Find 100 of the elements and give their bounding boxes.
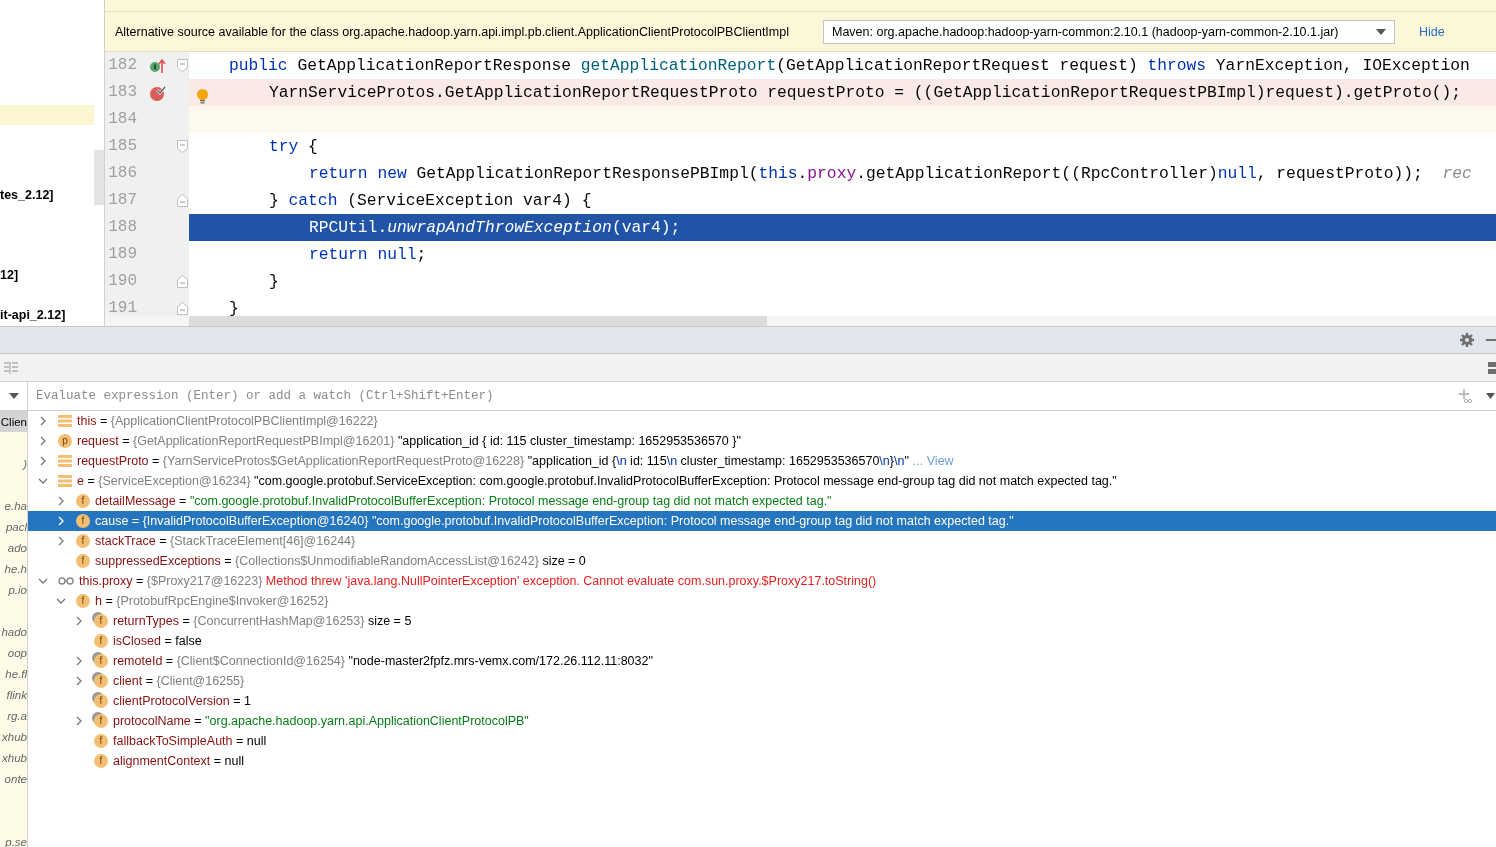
expand-icon[interactable]: [56, 536, 66, 546]
expand-icon[interactable]: [74, 656, 84, 666]
dropdown-icon[interactable]: [1486, 393, 1495, 399]
variable-row[interactable]: f detailMessage = "com.google.protobuf.InvalidProtocolBufferException: Protocol message end-group tag did not match expected tag.": [28, 491, 1496, 511]
variable-text: remoteId = {Client$ConnectionId@16254} "node-master2fpfz.mrs-vemx.com/172.26.112.11:8032": [113, 654, 653, 668]
variable-row[interactable]: p request = {GetApplicationReportRequestPBImpl@16201} "application_id { id: 115 cluster_timestamp: 1652953536570 }": [28, 431, 1496, 451]
variable-row[interactable]: f suppressedExceptions = {Collections$UnmodifiableRandomAccessList@16242} size = 0: [28, 551, 1496, 571]
variable-text: cause = {InvalidProtocolBufferException@16240} "com.google.protobuf.InvalidProtocolBufferException: Protocol message end-group tag did not match expected tag.": [95, 514, 1014, 528]
field-badge: f: [76, 554, 90, 568]
frame-item[interactable]: xhub: [0, 747, 27, 768]
evaluate-field[interactable]: Evaluate expression (Enter) or add a watch (Ctrl+Shift+Enter): [28, 383, 1458, 409]
variable-row[interactable]: f cause = {InvalidProtocolBufferException@16240} "com.google.protobuf.InvalidProtocolBufferException: Protocol message end-group tag did not match expected tag.": [28, 511, 1496, 531]
frame-item[interactable]: oop: [0, 642, 27, 663]
frame-item[interactable]: ): [0, 453, 27, 474]
frame-item[interactable]: rg.a: [0, 705, 27, 726]
variable-text: suppressedExceptions = {Collections$UnmodifiableRandomAccessList@16242} size = 0: [95, 554, 586, 568]
variable-text: alignmentContext = null: [113, 754, 245, 768]
frame-item[interactable]: hado: [0, 621, 27, 642]
line-number: 183: [107, 82, 138, 103]
frame-item[interactable]: ado: [0, 537, 27, 558]
field-badge: p: [58, 434, 72, 448]
field-badge: f: [94, 694, 108, 708]
variable-text: request = {GetApplicationReportRequestPBImpl@16201} "application_id { id: 115 cluster_timestamp: 1652953536570 }": [77, 434, 741, 448]
code-line: YarnServiceProtos.GetApplicationReportRequestProto requestProto = ((GetApplicationReportRequestPBImpl)request).getProto();: [269, 82, 1461, 104]
variable-text: h = {ProtobufRpcEngine$Invoker@16252}: [95, 594, 329, 608]
expand-icon[interactable]: [38, 456, 48, 466]
line-number: 182: [107, 55, 138, 76]
variable-row[interactable]: this = {ApplicationClientProtocolPBClientImpl@16222}: [28, 411, 1496, 431]
expand-icon[interactable]: [38, 436, 48, 446]
code-line: } catch (ServiceException var4) {: [269, 190, 592, 212]
code-line: public GetApplicationReportResponse getApplicationReport(GetApplicationReportRequest request) throws YarnException, IOException: [229, 55, 1470, 77]
line-number: 190: [107, 271, 138, 292]
expand-icon[interactable]: [38, 416, 48, 426]
frame-item[interactable]: p.io: [0, 579, 27, 600]
code-line: RPCUtil.unwrapAndThrowException(var4);: [309, 217, 681, 239]
variable-row[interactable]: f alignmentContext = null: [28, 751, 1496, 771]
variable-row[interactable]: f fallbackToSimpleAuth = null: [28, 731, 1496, 751]
variable-row[interactable]: f clientProtocolVersion = 1: [28, 691, 1496, 711]
collapse-icon[interactable]: [38, 576, 48, 586]
line-number: 191: [107, 298, 138, 316]
caret-icon: [1376, 28, 1386, 35]
field-badge: f: [94, 734, 108, 748]
variable-text: client = {Client@16255}: [113, 674, 245, 688]
hide-link[interactable]: Hide: [1419, 24, 1445, 39]
tree-row[interactable]: it-api_2.12]: [0, 305, 94, 325]
line-number: 189: [107, 244, 138, 265]
dropdown-icon[interactable]: [8, 393, 19, 399]
field-badge: f: [94, 614, 108, 628]
tree-row[interactable]: tes_2.12]: [0, 185, 94, 205]
collapse-icon[interactable]: [38, 476, 48, 486]
variable-text: this.proxy = {$Proxy217@16223} Method threw 'java.lang.NullPointerException' exception. Cannot evaluate com.sun.proxy.$Proxy217.toString(): [79, 574, 877, 588]
frame-item[interactable]: Clien: [0, 411, 27, 432]
variable-row[interactable]: f remoteId = {Client$ConnectionId@16254} "node-master2fpfz.mrs-vemx.com/172.26.112.11:8032": [28, 651, 1496, 671]
frame-item[interactable]: e.ha: [0, 495, 27, 516]
collapse-icon[interactable]: [56, 596, 66, 606]
variable-text: detailMessage = "com.google.protobuf.InvalidProtocolBufferException: Protocol message end-group tag did not match expected tag.": [95, 494, 832, 508]
field-badge: f: [94, 674, 108, 688]
field-badge: f: [76, 534, 90, 548]
line-number: 186: [107, 163, 138, 184]
frame-item[interactable]: he.h: [0, 558, 27, 579]
expand-icon[interactable]: [56, 516, 66, 526]
override-marker-icon[interactable]: [149, 57, 167, 74]
layout-icon[interactable]: [1488, 361, 1496, 374]
field-badge: f: [94, 714, 108, 728]
field-badge: f: [76, 514, 90, 528]
variable-row[interactable]: f stackTrace = {StackTraceElement[46]@16244}: [28, 531, 1496, 551]
frame-item[interactable]: onte: [0, 768, 27, 789]
source-dropdown[interactable]: Maven: org.apache.hadoop:hadoop-yarn-common:2.10.1 (hadoop-yarn-common-2.10.1.jar): [823, 19, 1395, 44]
expand-icon[interactable]: [74, 676, 84, 686]
scrollbar-thumb[interactable]: [189, 316, 767, 326]
frame-item[interactable]: flink: [0, 684, 27, 705]
banner-message: Alternative source available for the class org.apache.hadoop.yarn.api.impl.pb.client.ApplicationClientProtocolPBClientImpl: [115, 24, 789, 39]
variable-row[interactable]: e = {ServiceException@16234} "com.google.protobuf.ServiceException: com.google.protobuf.InvalidProtocolBufferException: Protocol message end-group tag did not match expected tag.": [28, 471, 1496, 491]
line-number: 185: [107, 136, 138, 157]
expand-icon[interactable]: [74, 616, 84, 626]
tree-row[interactable]: 12]: [0, 265, 94, 285]
variable-row[interactable]: f client = {Client@16255}: [28, 671, 1496, 691]
variable-row[interactable]: f returnTypes = {ConcurrentHashMap@16253} size = 5: [28, 611, 1496, 631]
frame-item[interactable]: p.se: [0, 831, 27, 847]
frame-item[interactable]: pacl: [0, 516, 27, 537]
variable-row[interactable]: f h = {ProtobufRpcEngine$Invoker@16252}: [28, 591, 1496, 611]
field-badge: f: [94, 634, 108, 648]
variable-row[interactable]: this.proxy = {$Proxy217@16223} Method threw 'java.lang.NullPointerException' exception. Cannot evaluate com.sun.proxy.$Proxy217.toString(): [28, 571, 1496, 591]
variable-row[interactable]: f isClosed = false: [28, 631, 1496, 651]
frame-item[interactable]: he.fl: [0, 663, 27, 684]
add-watch-icon[interactable]: [1458, 389, 1472, 403]
code-line: return new GetApplicationReportResponsePBImpl(this.proxy.getApplicationReport((RpcController)null, requestProto)); rec: [309, 163, 1472, 185]
line-number: 187: [107, 190, 138, 211]
variable-text: this = {ApplicationClientProtocolPBClientImpl@16222}: [77, 414, 378, 428]
variable-row[interactable]: f protocolName = "org.apache.hadoop.yarn.api.ApplicationClientProtocolPB": [28, 711, 1496, 731]
scrollbar-thumb[interactable]: [94, 150, 104, 205]
lightbulb-icon[interactable]: [196, 89, 208, 104]
expand-icon[interactable]: [56, 496, 66, 506]
settings-icon[interactable]: [1460, 333, 1474, 347]
expand-icon[interactable]: [74, 716, 84, 726]
variable-row[interactable]: requestProto = {YarnServiceProtos$GetApplicationReportRequestProto@16228} "application_id {\n id: 115\n cluster_timestamp: 1652953536570\n}\n" ... View: [28, 451, 1496, 471]
variable-text: fallbackToSimpleAuth = null: [113, 734, 267, 748]
frame-item[interactable]: xhub: [0, 726, 27, 747]
line-number: 188: [107, 217, 138, 238]
variable-text: isClosed = false: [113, 634, 202, 648]
